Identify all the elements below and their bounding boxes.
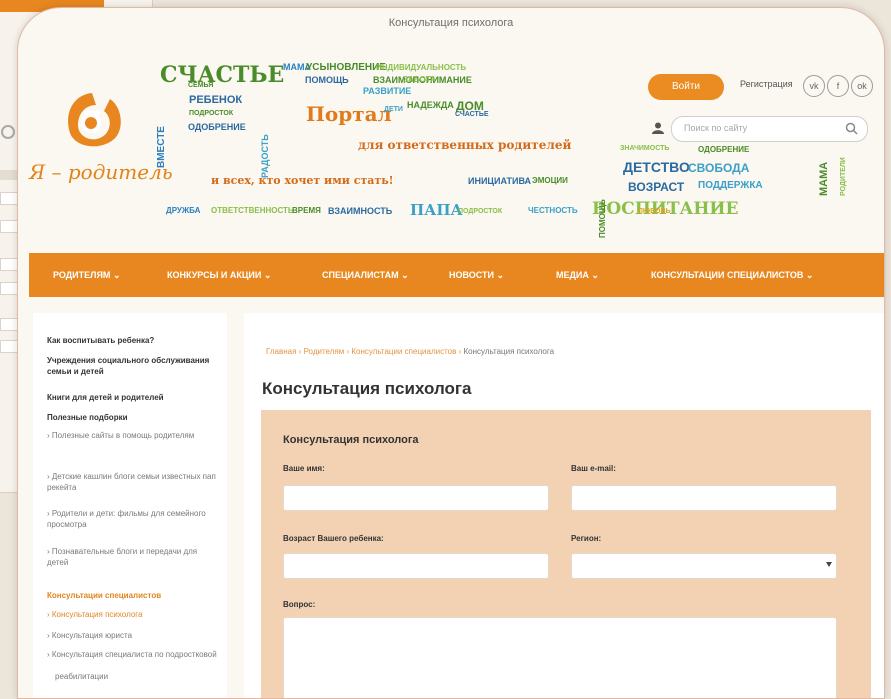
sidebar-link-raising[interactable]: Как воспитывать ребенка? (47, 335, 219, 346)
question-label: Вопрос: (283, 600, 316, 609)
cloud-word: РОДИТЕЛИ (840, 157, 847, 196)
region-select[interactable] (571, 553, 837, 579)
sidebar-sublink[interactable]: › Познавательные блоги и передачи для де… (47, 546, 219, 568)
cloud-word: ДЕТСТВО (623, 159, 690, 175)
user-icon[interactable] (652, 122, 664, 134)
sidebar-item-rehab[interactable]: › Консультация специалиста по подростков… (47, 649, 219, 660)
cloud-word: ПОДРОСТОК (458, 208, 503, 215)
login-button[interactable]: Войти (648, 74, 724, 100)
word-cloud: СЧАСТЬЕ МАМА УСЫНОВЛЕНИЕ ИНДИВИДУАЛЬНОСТЬ ВЗ… (156, 58, 847, 243)
cloud-word: ИНИЦИАТИВА (468, 176, 532, 186)
cloud-word: РАЗВИТИЕ (363, 86, 412, 96)
search-icon[interactable] (845, 122, 858, 135)
facebook-icon[interactable]: f (827, 75, 849, 97)
nav-item-consultations[interactable]: КОНСУЛЬТАЦИИ СПЕЦИАЛИСТОВ ⌄ (651, 253, 813, 297)
cloud-word: Портал (306, 102, 392, 126)
sidebar-sublink[interactable]: › Родители и дети: фильмы для семейного … (47, 508, 219, 530)
cloud-word: ЗНАЧИМОСТЬ (620, 145, 670, 152)
register-link[interactable]: Регистрация (740, 79, 793, 89)
vk-icon[interactable]: vk (803, 75, 825, 97)
name-field[interactable] (283, 485, 549, 511)
cloud-word: ПАПА (410, 201, 463, 219)
consultation-form: Консультация психолога Ваше имя: Ваш e-m… (261, 410, 871, 698)
background-radio-icon (1, 125, 15, 139)
cloud-word: ВЗАИМНОСТЬ (328, 206, 393, 216)
cloud-word: ВМЕСТЕ (156, 126, 167, 168)
sidebar-section-head[interactable]: Консультации специалистов (47, 591, 161, 600)
nav-item-parents[interactable]: РОДИТЕЛЯМ ⌄ (53, 253, 120, 297)
cloud-word: ВРЕМЯ (292, 206, 321, 215)
browser-window: Консультация психолога Я – родитель СЧАС… (17, 7, 885, 699)
sidebar-link-collections[interactable]: Полезные подборки (47, 412, 219, 423)
breadcrumb-current: Консультация психолога (463, 347, 555, 356)
cloud-word: МАМА (818, 161, 830, 196)
cloud-word: СВОБОДА (688, 161, 750, 175)
sidebar-item-psychologist[interactable]: › Консультация психолога (47, 609, 219, 620)
cloud-word: ЛЮБОВЬ (638, 208, 671, 215)
sidebar-item-lawyer[interactable]: › Консультация юриста (47, 630, 219, 641)
page-title: Консультация психолога (262, 379, 472, 398)
window-title: Консультация психолога (388, 17, 514, 29)
cloud-word: СЕМЬЯ (188, 82, 214, 89)
sidebar-link-books[interactable]: Книги для детей и родителей (47, 392, 219, 403)
logo-icon (68, 93, 121, 147)
cloud-word: СЧАСТЬЕ (455, 111, 489, 118)
breadcrumb: Главная › Родителям › Консультации специ… (266, 347, 555, 356)
question-textarea[interactable] (283, 617, 837, 698)
sidebar: Как воспитывать ребенка? Учреждения соци… (33, 313, 227, 698)
cloud-word: ПОДРОСТОК (189, 110, 234, 117)
odnoklassniki-icon[interactable]: ok (851, 75, 873, 97)
sidebar-sublink[interactable]: › Полезные сайты в помощь родителям (47, 430, 219, 441)
breadcrumb-consultations[interactable]: Консультации специалистов (351, 347, 456, 356)
cloud-word: НАДЕЖДА (407, 100, 454, 110)
child-age-label: Возраст Вашего ребенка: (283, 534, 384, 543)
main-nav: РОДИТЕЛЯМ ⌄ КОНКУРСЫ И АКЦИИ ⌄ СПЕЦИАЛИС… (29, 253, 884, 297)
sidebar-link-institutions[interactable]: Учреждения социального обслуживания семь… (47, 355, 219, 377)
nav-item-media[interactable]: МЕДИА ⌄ (556, 253, 599, 297)
email-field[interactable] (571, 485, 837, 511)
main-content: Главная › Родителям › Консультации специ… (244, 313, 884, 698)
search-input[interactable]: Поиск по сайту (671, 116, 868, 142)
cloud-word: СЧАСТЬЕ (160, 62, 285, 88)
cloud-word: ЧЕСТНОСТЬ (528, 206, 578, 215)
cloud-word: ПОМОЩЬ (598, 199, 607, 238)
email-label: Ваш e-mail: (571, 464, 616, 473)
cloud-word: РЕБЕНОК (189, 94, 243, 106)
cloud-word: ВОЗРАСТ (628, 180, 685, 194)
cloud-word: ПОДДЕРЖКА (698, 180, 763, 191)
nav-item-news[interactable]: НОВОСТИ ⌄ (449, 253, 504, 297)
cloud-word: ОДОБРЕНИЕ (188, 122, 246, 132)
chevron-down-icon (826, 562, 832, 567)
cloud-word: ОТВЕТСТВЕННОСТЬ (211, 206, 294, 215)
logo-text: Я – родитель (29, 160, 173, 184)
cloud-word: ОДОБРЕНИЕ (698, 145, 750, 154)
sidebar-sublink[interactable]: › Детские кашлин блоги семьи известных п… (47, 471, 219, 493)
cloud-word: ДЕТИ (384, 106, 403, 113)
cloud-word: ЗАБОТА (403, 75, 436, 84)
nav-item-contests[interactable]: КОНКУРСЫ И АКЦИИ ⌄ (167, 253, 271, 297)
cloud-word: РАДОСТЬ (260, 134, 270, 178)
cloud-word: ПОМОЩЬ (305, 75, 349, 85)
breadcrumb-parents[interactable]: Родителям (304, 347, 345, 356)
region-label: Регион: (571, 534, 602, 543)
cloud-word: ДРУЖБА (166, 206, 201, 215)
nav-item-specialists[interactable]: СПЕЦИАЛИСТАМ ⌄ (322, 253, 409, 297)
sidebar-item-rehab-cont[interactable]: реабилитации (55, 671, 227, 682)
cloud-word: ЭМОЦИИ (532, 176, 568, 185)
cloud-word: ИНДИВИДУАЛЬНОСТЬ (376, 63, 467, 72)
child-age-field[interactable] (283, 553, 549, 579)
name-label: Ваше имя: (283, 464, 325, 473)
breadcrumb-home[interactable]: Главная (266, 347, 296, 356)
cloud-word: для ответственных родителей (358, 138, 572, 152)
cloud-word: УСЫНОВЛЕНИЕ (306, 62, 386, 73)
form-title: Консультация психолога (283, 434, 419, 446)
cloud-word: и всех, кто хочет ими стать! (211, 174, 394, 187)
search-placeholder: Поиск по сайту (684, 123, 748, 133)
